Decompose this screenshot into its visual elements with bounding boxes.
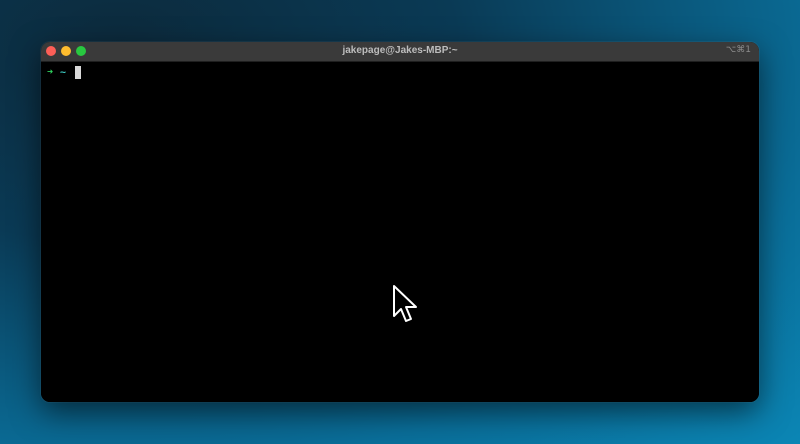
prompt-directory: ~ — [60, 66, 67, 78]
prompt-line: ➜ ~ — [44, 65, 82, 79]
window-title: jakepage@Jakes-MBP:~ — [342, 45, 458, 56]
terminal-content[interactable]: ➜ ~ — [41, 62, 759, 402]
prompt-arrow-icon: ➜ — [46, 66, 54, 78]
terminal-window: jakepage@Jakes-MBP:~ ⌥⌘1 ➜ ~ — [41, 42, 759, 402]
text-cursor — [75, 65, 82, 79]
title-bar[interactable]: jakepage@Jakes-MBP:~ ⌥⌘1 — [41, 42, 759, 62]
mouse-pointer-icon — [393, 285, 417, 322]
window-shortcut: ⌥⌘1 — [725, 45, 751, 55]
